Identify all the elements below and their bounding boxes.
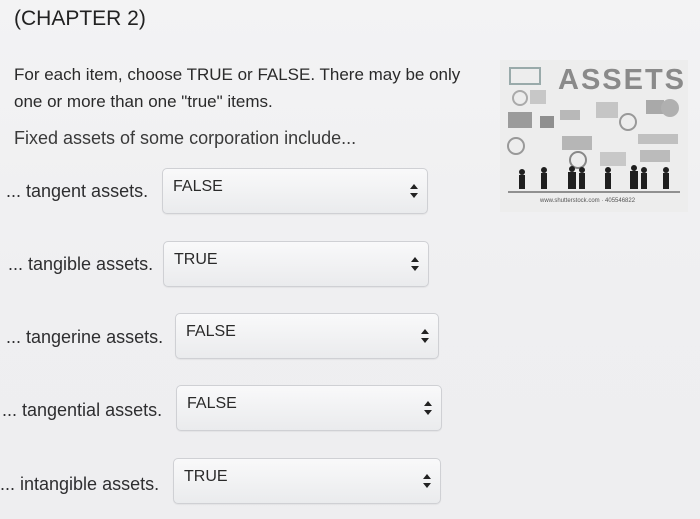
answer-select-tangerine[interactable]: FALSE [175, 313, 439, 359]
page-title: (CHAPTER 2) [14, 7, 146, 30]
item-label-tangential: ... tangential assets. [2, 400, 163, 420]
select-value: TRUE [184, 468, 228, 485]
question-text: Fixed assets of some corporation include… [14, 128, 357, 148]
answer-select-tangible[interactable]: TRUE [163, 241, 429, 287]
select-arrows-icon [421, 329, 429, 343]
select-value: FALSE [186, 323, 236, 340]
select-arrows-icon [410, 184, 418, 198]
select-arrows-icon [411, 257, 419, 271]
select-value: FALSE [173, 178, 223, 195]
answer-select-tangent[interactable]: FALSE [162, 168, 428, 214]
select-arrows-icon [423, 474, 431, 488]
image-credit: www.shutterstock.com · 405546822 [540, 198, 636, 204]
select-value: TRUE [174, 251, 218, 268]
image-heading: ASSETS [558, 64, 687, 96]
item-label-tangible: ... tangible assets. [8, 254, 154, 274]
item-label-tangerine: ... tangerine assets. [6, 327, 164, 347]
select-arrows-icon [424, 401, 432, 415]
item-label-tangent: ... tangent assets. [6, 181, 149, 201]
answer-select-tangential[interactable]: FALSE [176, 385, 442, 431]
assets-illustration: ASSETS www.shutterstock.com · 405546822 [500, 60, 688, 212]
select-value: FALSE [187, 395, 237, 412]
instructions-text: For each item, choose TRUE or FALSE. The… [14, 65, 461, 111]
item-label-intangible: ... intangible assets. [0, 474, 160, 494]
answer-select-intangible[interactable]: TRUE [173, 458, 441, 504]
